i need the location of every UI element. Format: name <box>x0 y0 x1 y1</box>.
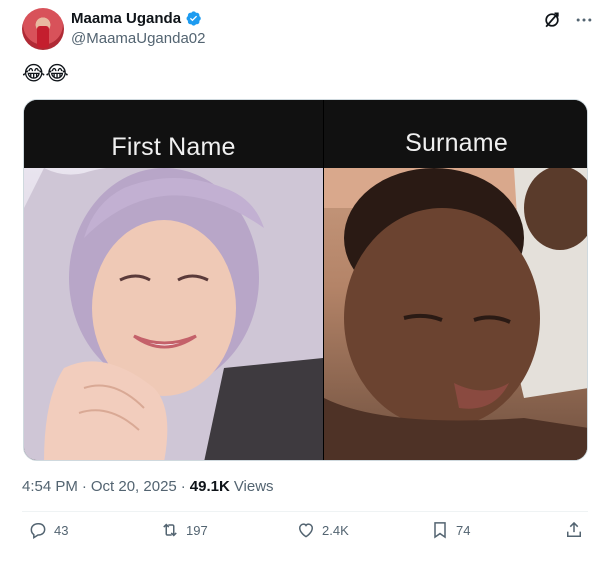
bookmark-icon <box>434 522 446 539</box>
right-photo-illustration <box>324 168 587 460</box>
meta-separator: · <box>180 478 186 495</box>
repost-count: 197 <box>186 522 208 538</box>
reply-button[interactable]: 43 <box>28 520 68 540</box>
views-count: 49.1K <box>189 478 230 495</box>
bookmark-count: 74 <box>456 522 471 538</box>
avatar[interactable] <box>22 8 64 50</box>
repost-icon <box>163 523 177 537</box>
divider <box>22 511 588 512</box>
left-caption: First Name <box>111 133 236 161</box>
name-row: Maama Uganda <box>71 10 202 27</box>
like-button[interactable]: 2.4K <box>296 520 349 540</box>
repost-button[interactable]: 197 <box>160 520 208 540</box>
right-caption: Surname <box>405 129 508 157</box>
media-panel-left: First Name <box>24 100 323 460</box>
tweet-date[interactable]: Oct 20, 2025 <box>91 478 177 495</box>
tweet-text: 😂😂 <box>22 63 69 85</box>
more-options-icon[interactable] <box>574 10 594 30</box>
action-bar: 43 197 2.4K 74 <box>22 520 592 556</box>
tweet-media[interactable]: First Name Surname <box>23 99 588 461</box>
right-photo <box>324 168 587 460</box>
reply-icon <box>30 523 46 540</box>
reply-count: 43 <box>54 522 69 538</box>
tweet-time[interactable]: 4:54 PM <box>22 478 78 495</box>
tweet-header: Maama Uganda @MaamaUganda02 <box>22 8 592 52</box>
display-name[interactable]: Maama Uganda <box>71 10 181 27</box>
heart-icon <box>298 523 314 538</box>
bookmark-button[interactable]: 74 <box>430 520 470 540</box>
verified-badge-icon <box>186 11 201 26</box>
like-count: 2.4K <box>322 522 349 538</box>
left-photo-illustration <box>24 168 323 460</box>
meta-separator: · <box>81 478 87 495</box>
tweet-meta: 4:54 PM · Oct 20, 2025 · 49.1K Views <box>22 478 274 495</box>
share-icon <box>567 521 581 537</box>
media-panel-right: Surname <box>324 100 587 460</box>
left-photo <box>24 168 323 460</box>
tweet-card: Maama Uganda @MaamaUganda02 😂😂 First Nam… <box>0 0 608 570</box>
views-label: Views <box>233 478 274 495</box>
handle[interactable]: @MaamaUganda02 <box>71 30 205 47</box>
grok-icon[interactable] <box>542 10 562 30</box>
share-button[interactable] <box>564 520 584 540</box>
